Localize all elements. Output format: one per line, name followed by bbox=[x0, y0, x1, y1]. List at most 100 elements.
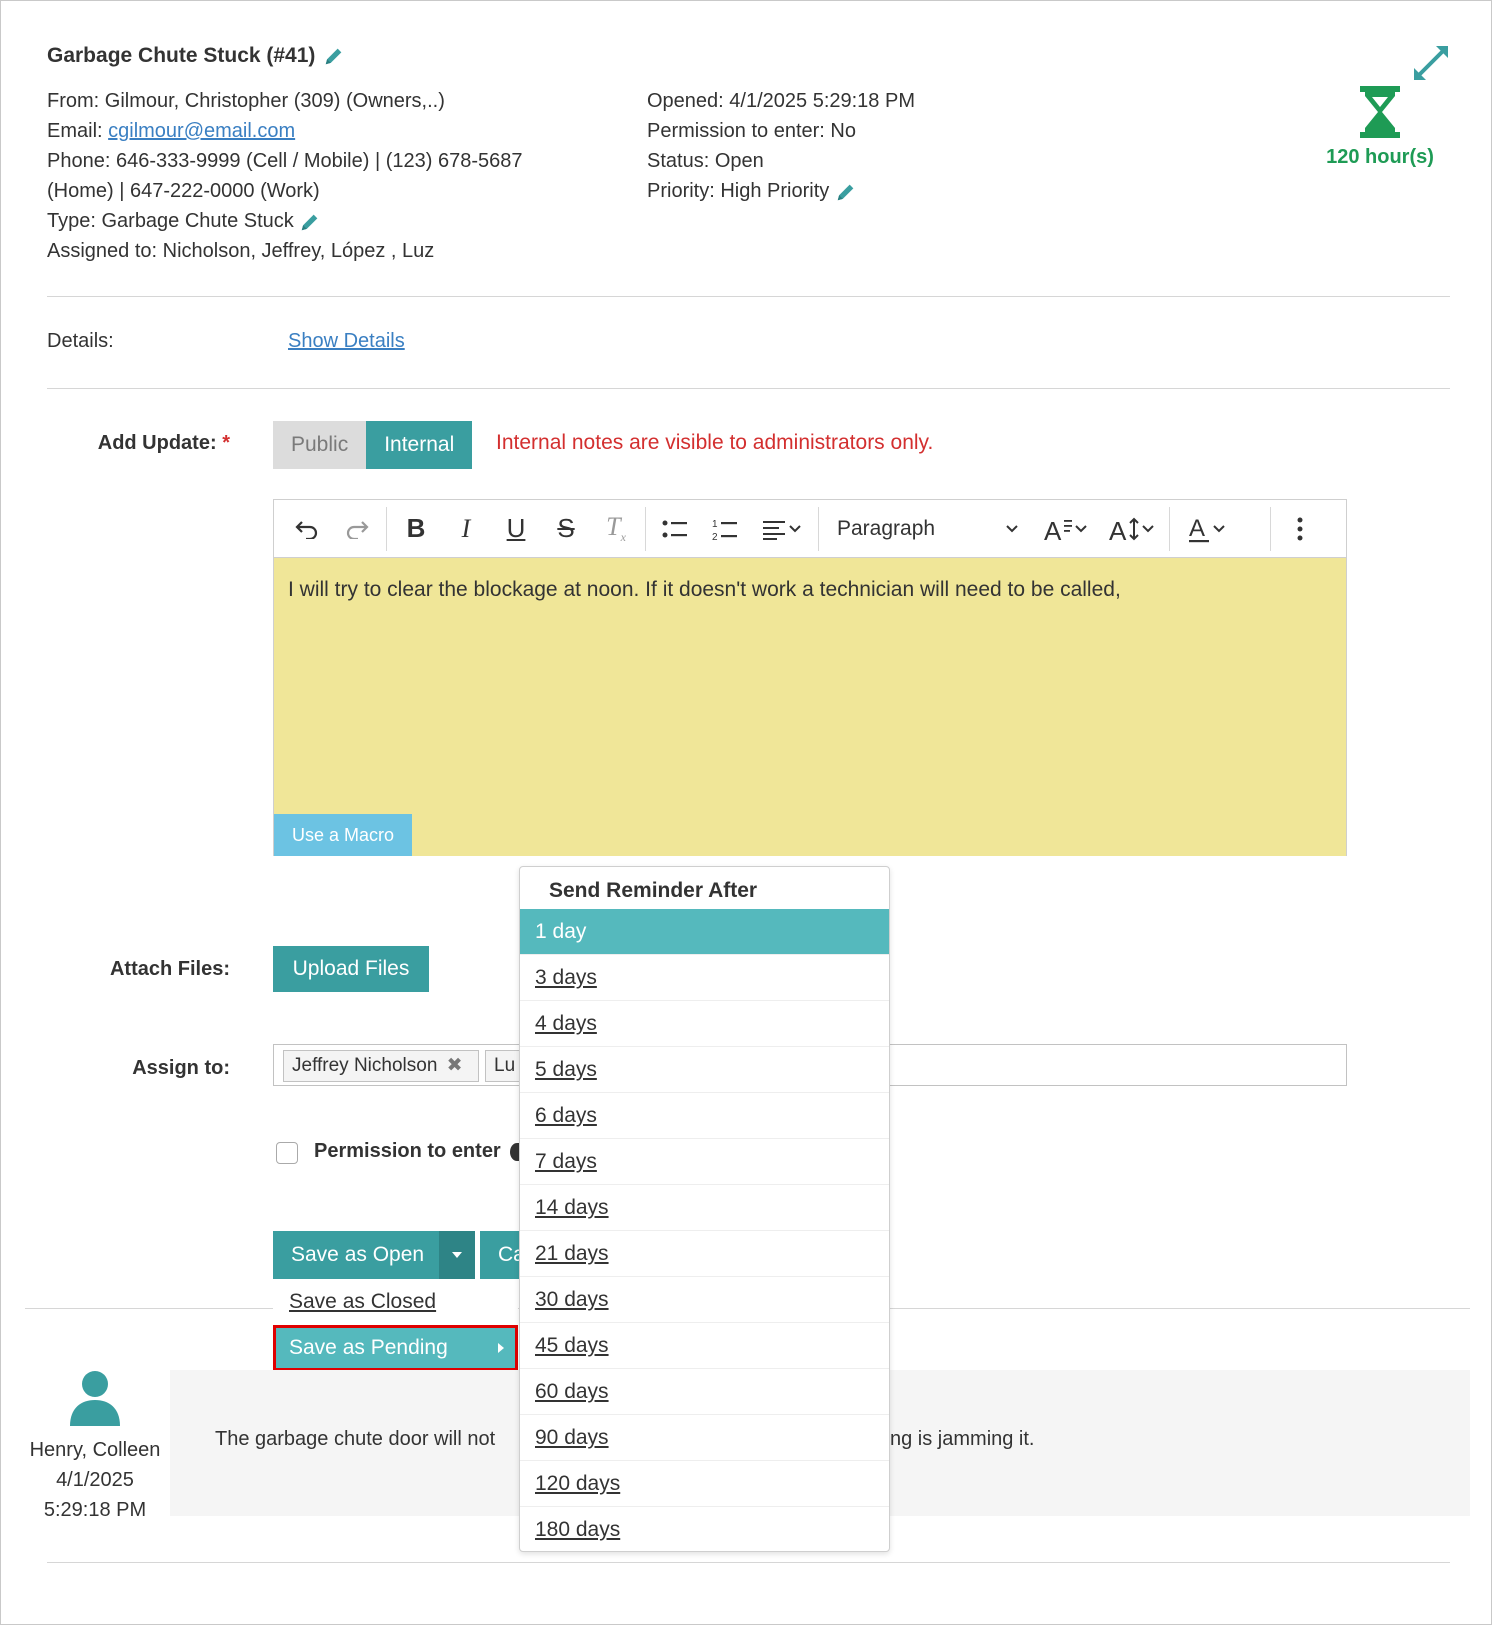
user-avatar-icon bbox=[70, 1371, 120, 1426]
reminder-option[interactable]: 45 days bbox=[520, 1323, 889, 1369]
reminder-option[interactable]: 7 days bbox=[520, 1139, 889, 1185]
undo-button[interactable] bbox=[282, 500, 332, 558]
clear-format-button[interactable]: Tx bbox=[591, 500, 641, 558]
reminder-option[interactable]: 5 days bbox=[520, 1047, 889, 1093]
bullet-list-button[interactable] bbox=[650, 500, 700, 558]
reminder-option[interactable]: 1 day bbox=[520, 909, 889, 955]
paragraph-dropdown[interactable]: Paragraph bbox=[823, 500, 1033, 558]
reminder-dropdown: Send Reminder After 1 day 3 days 4 days 5 d… bbox=[519, 866, 890, 1552]
italic-button[interactable]: I bbox=[441, 500, 491, 558]
assignee-tag: Jeffrey Nicholson ✖ bbox=[283, 1050, 479, 1082]
svg-text:A: A bbox=[1109, 516, 1127, 542]
attach-files-label: Attach Files: bbox=[109, 958, 230, 980]
italic-icon: I bbox=[461, 513, 471, 543]
svg-text:1: 1 bbox=[712, 519, 718, 530]
permission-checkbox[interactable] bbox=[276, 1142, 298, 1164]
assigned-line: Assigned to: Nicholson, Jeffrey, López ,… bbox=[47, 240, 435, 262]
comment-date: 4/1/2025 bbox=[56, 1469, 134, 1491]
bold-icon: B bbox=[406, 513, 426, 543]
caret-right-icon bbox=[498, 1343, 504, 1353]
reminder-option[interactable]: 4 days bbox=[520, 1001, 889, 1047]
internal-warning: Internal notes are visible to administra… bbox=[496, 431, 934, 454]
chevron-down-icon bbox=[1075, 524, 1087, 532]
details-label: Details: bbox=[47, 330, 114, 352]
ticket-title: Garbage Chute Stuck (#41) bbox=[47, 44, 345, 68]
font-size-dropdown[interactable]: A bbox=[1099, 500, 1165, 558]
timer-label: 120 hour(s) bbox=[1326, 146, 1434, 168]
comment-time: 5:29:18 PM bbox=[43, 1499, 147, 1521]
comment-author-block: Henry, Colleen 4/1/2025 5:29:18 PM bbox=[20, 1370, 170, 1525]
cancel-button[interactable]: Ca bbox=[480, 1231, 520, 1279]
caret-down-icon bbox=[452, 1252, 462, 1258]
edit-title-pencil-icon[interactable] bbox=[323, 45, 345, 67]
rich-text-editor: B I U S Tx 12 Paragraph A A A I will try… bbox=[273, 499, 1347, 856]
clear-format-icon: Tx bbox=[606, 511, 626, 545]
reminder-option[interactable]: 14 days bbox=[520, 1185, 889, 1231]
reminder-options: 1 day 3 days 4 days 5 days 6 days 7 days 14 da… bbox=[520, 909, 889, 1551]
strikethrough-icon: S bbox=[557, 513, 575, 543]
ticket-info-right: Opened: 4/1/2025 5:29:18 PM Permission t… bbox=[647, 86, 915, 206]
text-color-dropdown[interactable]: A bbox=[1174, 500, 1240, 558]
editor-content[interactable]: I will try to clear the blockage at noon… bbox=[274, 558, 1346, 856]
align-left-icon bbox=[763, 520, 785, 540]
text-color-icon: A bbox=[1189, 515, 1209, 542]
use-macro-button[interactable]: Use a Macro bbox=[274, 814, 413, 856]
chevron-down-icon bbox=[1006, 524, 1018, 532]
more-options-button[interactable] bbox=[1275, 500, 1325, 558]
reminder-option[interactable]: 21 days bbox=[520, 1231, 889, 1277]
bold-button[interactable]: B bbox=[391, 500, 441, 558]
email-link[interactable]: cgilmour@email.com bbox=[108, 120, 295, 142]
numbered-list-icon: 12 bbox=[712, 519, 737, 541]
strikethrough-button[interactable]: S bbox=[541, 500, 591, 558]
hourglass-icon bbox=[1360, 86, 1400, 138]
reminder-option[interactable]: 180 days bbox=[520, 1507, 889, 1551]
save-dropdown-toggle[interactable] bbox=[439, 1231, 475, 1279]
remove-tag-icon[interactable]: ✖ bbox=[447, 1055, 463, 1076]
underline-icon: U bbox=[506, 513, 526, 543]
phone-line-2: (Home) | 647-222-0000 (Work) bbox=[47, 180, 320, 202]
underline-button[interactable]: U bbox=[491, 500, 541, 558]
show-details-link[interactable]: Show Details bbox=[288, 330, 405, 353]
divider-1 bbox=[47, 296, 1450, 297]
edit-priority-pencil-icon[interactable] bbox=[835, 181, 857, 203]
redo-button[interactable] bbox=[332, 500, 382, 558]
save-as-closed-item[interactable]: Save as Closed bbox=[273, 1279, 518, 1325]
divider-2 bbox=[47, 388, 1450, 389]
upload-files-button[interactable]: Upload Files bbox=[273, 946, 429, 992]
chevron-down-icon bbox=[1142, 524, 1154, 532]
font-family-icon: A bbox=[1044, 516, 1072, 542]
comment-text-right: ng is jamming it. bbox=[890, 1428, 1035, 1450]
toolbar-separator bbox=[645, 506, 646, 551]
toolbar-separator bbox=[818, 506, 819, 551]
permission-line: Permission to enter: No bbox=[647, 120, 856, 142]
ticket-info-left: From: Gilmour, Christopher (309) (Owners… bbox=[47, 86, 523, 266]
timer-block: 120 hour(s) bbox=[1310, 84, 1450, 169]
reminder-option[interactable]: 60 days bbox=[520, 1369, 889, 1415]
undo-icon bbox=[295, 520, 318, 539]
font-family-dropdown[interactable]: A bbox=[1033, 500, 1099, 558]
internal-toggle-button[interactable]: Internal bbox=[366, 421, 473, 469]
chevron-down-icon bbox=[1213, 524, 1225, 532]
editor-toolbar: B I U S Tx 12 Paragraph A A A bbox=[274, 500, 1346, 558]
numbered-list-button[interactable]: 12 bbox=[700, 500, 750, 558]
public-toggle-button[interactable]: Public bbox=[273, 421, 367, 469]
align-dropdown[interactable] bbox=[750, 500, 814, 558]
reminder-option[interactable]: 3 days bbox=[520, 955, 889, 1001]
edit-type-pencil-icon[interactable] bbox=[299, 211, 321, 233]
save-as-open-button[interactable]: Save as Open bbox=[273, 1231, 439, 1279]
reminder-option[interactable]: 90 days bbox=[520, 1415, 889, 1461]
toolbar-separator bbox=[1270, 506, 1271, 551]
reminder-option[interactable]: 30 days bbox=[520, 1277, 889, 1323]
status-line: Status: Open bbox=[647, 150, 764, 172]
save-button-group: Save as Open bbox=[273, 1231, 475, 1279]
font-size-icon: A bbox=[1109, 516, 1139, 542]
expand-icon[interactable] bbox=[1410, 42, 1452, 84]
required-asterisk: * bbox=[222, 432, 230, 454]
comment-author: Henry, Colleen bbox=[29, 1439, 161, 1461]
reminder-option[interactable]: 120 days bbox=[520, 1461, 889, 1507]
save-as-pending-item[interactable]: Save as Pending bbox=[273, 1325, 518, 1371]
svg-text:2: 2 bbox=[712, 532, 718, 541]
reminder-header: Send Reminder After bbox=[549, 879, 758, 902]
save-dropdown-menu: Save as Closed Save as Pending bbox=[273, 1279, 518, 1371]
reminder-option[interactable]: 6 days bbox=[520, 1093, 889, 1139]
